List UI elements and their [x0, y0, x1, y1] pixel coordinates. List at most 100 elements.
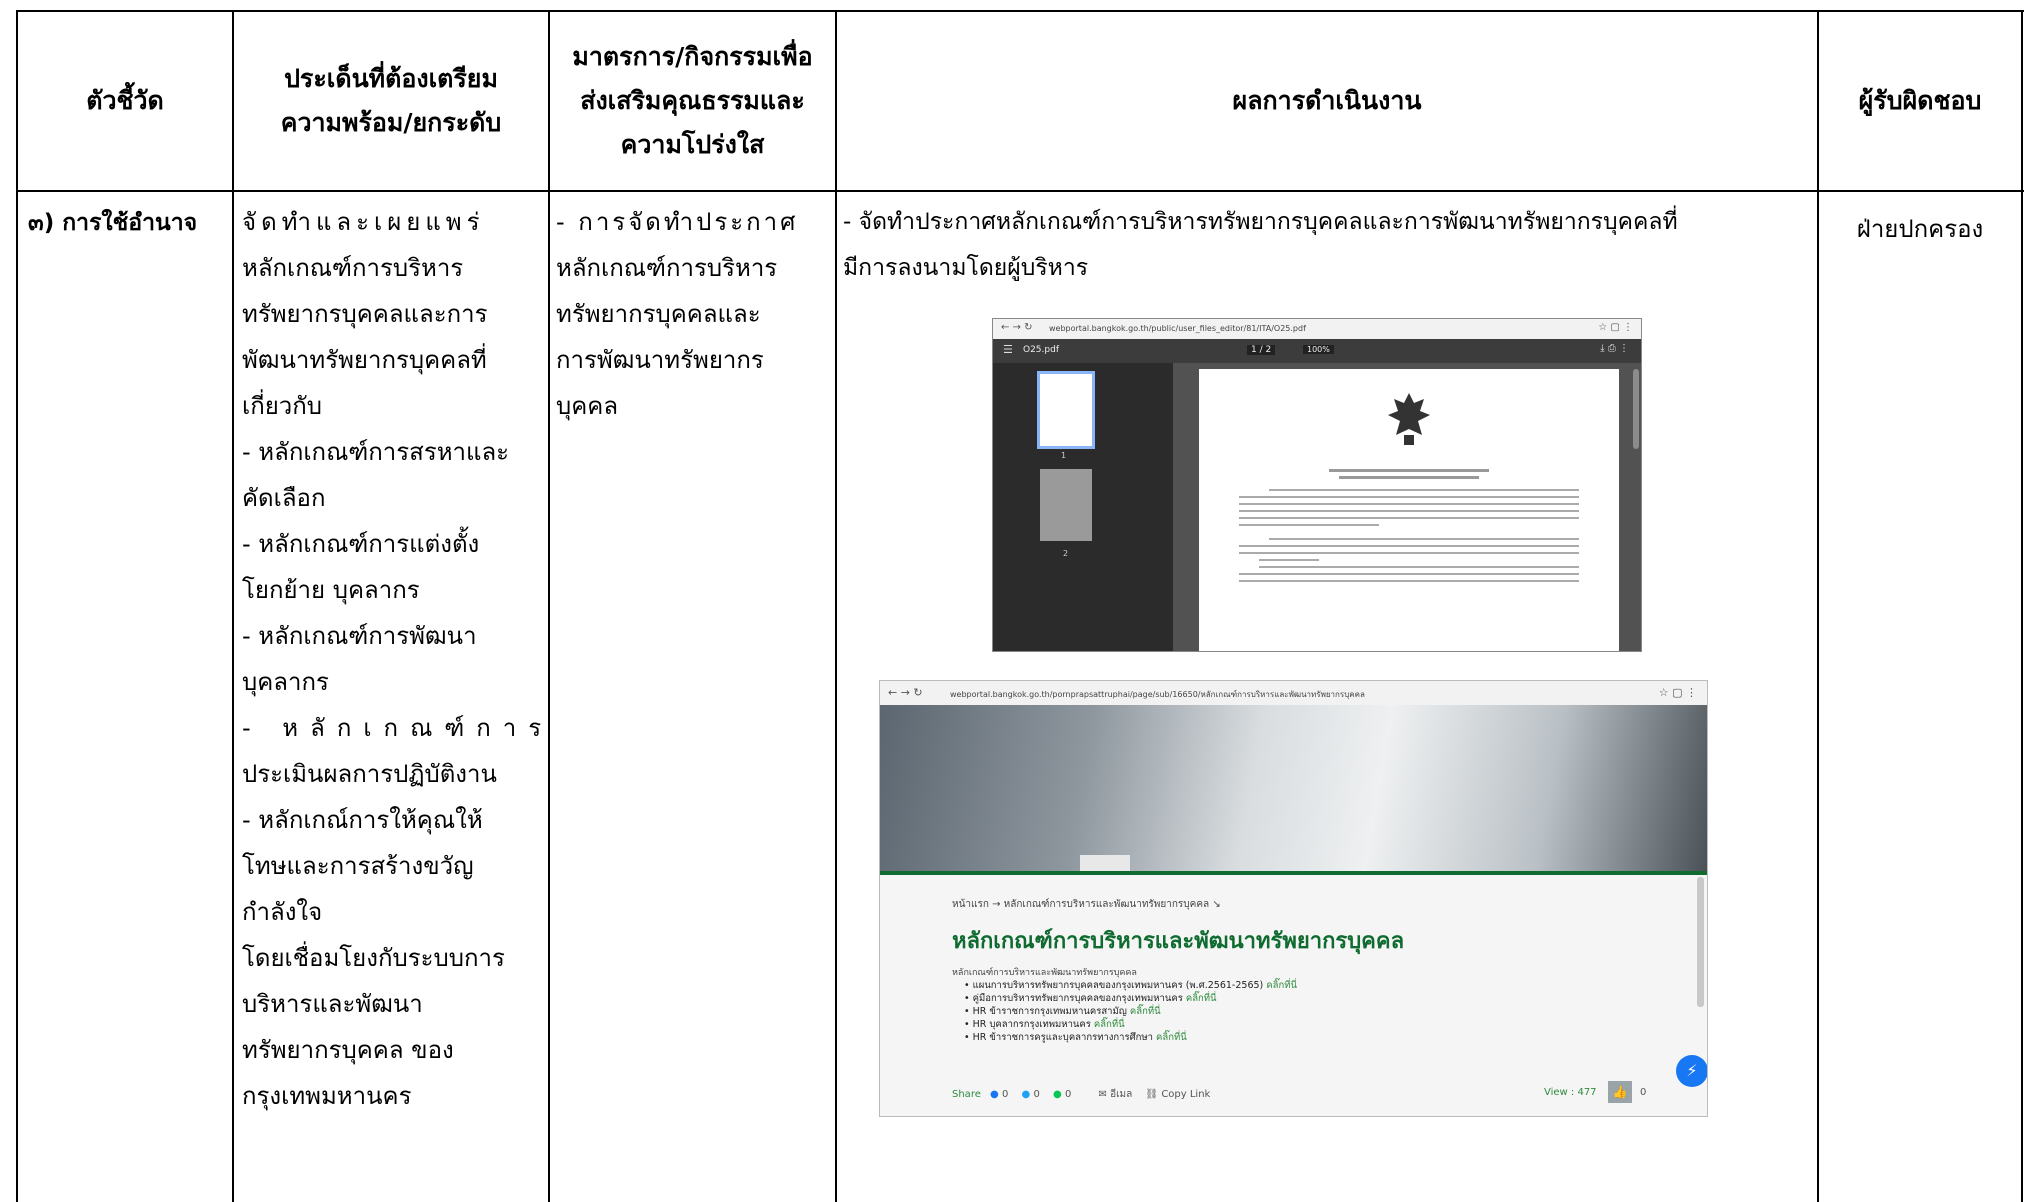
cell-measure: - การจัดทำประกาศ หลักเกณฑ์การบริหาร ทรัพ…: [556, 199, 830, 429]
page-thumbnail-2[interactable]: [1040, 469, 1092, 541]
menu-icon[interactable]: ☰: [1003, 343, 1013, 356]
messenger-icon[interactable]: ⚡: [1676, 1055, 1707, 1087]
like-count: 0: [1640, 1087, 1647, 1098]
issue-line-6: - หลักเกณฑ์การสรหาและ: [242, 438, 510, 466]
browser-menu-icons: ☆ ▢ ⋮: [1598, 322, 1633, 333]
list-item: • คู่มือการบริหารทรัพยากรบุคคลของกรุงเทพ…: [964, 993, 1217, 1004]
share-label: Share: [952, 1089, 981, 1100]
measure-line-5: บุคคล: [556, 392, 619, 420]
download-print-icons[interactable]: ⤓ ⎙ ⋮: [1600, 343, 1629, 354]
header-measure-line-3: ความโปร่งใส: [620, 130, 765, 159]
item-link[interactable]: คลิ๊กที่นี่: [1094, 1019, 1125, 1030]
issue-line-10: - หลักเกณฑ์การพัฒนา: [242, 622, 477, 650]
page-body: หน้าแรก → หลักเกณฑ์การบริหารและพัฒนาทรัพ…: [880, 875, 1707, 1116]
criteria-list: • แผนการบริหารทรัพยากรบุคคลของกรุงเทพมหา…: [964, 979, 1297, 1044]
measure-line-3: ทรัพยากรบุคคลและ: [556, 300, 761, 328]
issue-line-14: - หลักเกณ์การให้คุณให้: [242, 806, 483, 834]
hero-image: [880, 705, 1707, 871]
issue-line-5: เกี่ยวกับ: [242, 392, 323, 420]
issue-line-11: บุคลากร: [242, 668, 329, 696]
browser-menu-icons-2: ☆ ▢ ⋮: [1658, 686, 1697, 699]
page-subtitle: หลักเกณฑ์การบริหารและพัฒนาทรัพยากรบุคคล: [952, 968, 1137, 978]
plant-pot: [1080, 855, 1130, 871]
link-icon[interactable]: ⛓: [1145, 1089, 1158, 1100]
measure-line-4: การพัฒนาทรัพยากร: [556, 346, 764, 374]
issue-line-4: พัฒนาทรัพยากรบุคคลที่: [242, 346, 487, 374]
cell-indicator: ๓) การใช้อำนาจ: [28, 210, 198, 236]
thumb-label-2: 2: [1063, 549, 1069, 558]
breadcrumb[interactable]: หน้าแรก → หลักเกณฑ์การบริหารและพัฒนาทรัพ…: [952, 897, 1221, 912]
email-icon[interactable]: ✉: [1099, 1089, 1107, 1100]
table-border-right: [2021, 10, 2023, 1202]
cell-owner: ฝ่ายปกครอง: [1856, 215, 1984, 243]
issue-line-18: บริหารและพัฒนา: [242, 990, 423, 1018]
back-forward-icons: ← → ↻: [1001, 322, 1033, 333]
issue-line-9: โยกย้าย บุคลากร: [242, 576, 420, 604]
issue-line-13: ประเมินผลการปฏิบัติงาน: [242, 760, 497, 788]
web-scrollbar[interactable]: [1697, 877, 1704, 1007]
list-item: • HR บุคลากรกรุงเทพมหานคร คลิ๊กที่นี่: [964, 1019, 1125, 1030]
back-forward-icons-2: ← → ↻: [888, 686, 923, 699]
cell-issue: จัดทำและเผยแพร่ หลักเกณฑ์การบริหาร ทรัพย…: [242, 199, 554, 1119]
share-bar: Share ● 0 ● 0 ● 0 ✉ อีเมล ⛓ Copy Link: [952, 1087, 1210, 1102]
like-button[interactable]: 👍: [1608, 1081, 1632, 1103]
issue-line-8: - หลักเกณฑ์การแต่งตั้ง: [242, 530, 480, 558]
zoom-level: 100%: [1303, 345, 1334, 354]
issue-line-2: หลักเกณฑ์การบริหาร: [242, 254, 464, 282]
issue-line-7: คัดเลือก: [242, 484, 326, 512]
thumb-label-1: 1: [1061, 451, 1067, 460]
garuda-emblem-icon: [1384, 389, 1434, 447]
issue-line-16: กำลังใจ: [242, 898, 323, 926]
issue-line-3: ทรัพยากรบุคคลและการ: [242, 300, 488, 328]
document-page: ตัวชี้วัด ประเด็นที่ต้องเตรียม ความพร้อม…: [0, 0, 2025, 1202]
pdf-file-name: O25.pdf: [1023, 345, 1059, 355]
pdf-scrollbar[interactable]: [1633, 369, 1639, 449]
measure-line-1: - การจัดทำประกาศ: [556, 208, 799, 236]
issue-line-15: โทษและการสร้างขวัญ: [242, 852, 474, 880]
cell-result-text: - จัดทำประกาศหลักเกณฑ์การบริหารทรัพยากรบ…: [843, 199, 1813, 291]
header-owner: ผู้รับผิดชอบ: [1858, 86, 1982, 115]
issue-line-17: โดยเชื่อมโยงกับระบบการ: [242, 944, 505, 972]
issue-line-19: ทรัพยากรบุคคล ของ: [242, 1036, 454, 1064]
item-link[interactable]: คลิ๊กที่นี่: [1130, 1006, 1161, 1017]
facebook-icon[interactable]: ●: [990, 1089, 999, 1100]
list-item: • แผนการบริหารทรัพยากรบุคคลของกรุงเทพมหา…: [964, 980, 1297, 991]
result-line-1: - จัดทำประกาศหลักเกณฑ์การบริหารทรัพยากรบ…: [843, 209, 1678, 235]
pdf-text-lines: [1239, 465, 1579, 587]
list-item: • HR ข้าราชการกรุงเทพมหานครสามัญ คลิ๊กที…: [964, 1006, 1161, 1017]
facebook-count: 0: [1001, 1089, 1009, 1100]
measure-line-2: หลักเกณฑ์การบริหาร: [556, 254, 778, 282]
issue-line-20: กรุงเทพมหานคร: [242, 1082, 412, 1110]
header-result: ผลการดำเนินงาน: [1232, 86, 1422, 115]
header-indicator: ตัวชี้วัด: [86, 86, 164, 115]
pdf-thumbnail-sidebar: 1 2: [993, 363, 1173, 651]
twitter-icon[interactable]: ●: [1022, 1089, 1031, 1100]
item-link[interactable]: คลิ๊กที่นี่: [1266, 980, 1297, 991]
result-line-2: มีการลงนามโดยผู้บริหาร: [843, 255, 1089, 281]
browser-address-bar-2: ← → ↻ webportal.bangkok.go.th/pornprapsa…: [880, 681, 1707, 705]
page-title: หลักเกณฑ์การบริหารและพัฒนาทรัพยากรบุคคล: [952, 929, 1405, 954]
header-measure-line-1: มาตรการ/กิจกรรมเพื่อ: [572, 42, 813, 71]
line-count: 0: [1064, 1089, 1072, 1100]
item-link[interactable]: คลิ๊กที่นี่: [1186, 993, 1217, 1004]
pdf-url: webportal.bangkok.go.th/public/user_file…: [1049, 324, 1306, 333]
header-measure-line-2: ส่งเสริมคุณธรรมและ: [580, 86, 805, 115]
webpage-screenshot: ← → ↻ webportal.bangkok.go.th/pornprapsa…: [879, 680, 1708, 1117]
issue-line-12: - หลักเกณฑ์การ: [242, 714, 554, 742]
table-header-divider: [16, 190, 2024, 192]
email-label[interactable]: อีเมล: [1110, 1089, 1132, 1100]
header-issue-line-1: ประเด็นที่ต้องเตรียม: [284, 64, 498, 93]
line-icon[interactable]: ●: [1053, 1089, 1062, 1100]
header-measure: มาตรการ/กิจกรรมเพื่อ ส่งเสริมคุณธรรมและ …: [550, 12, 835, 190]
view-count: View : 477: [1544, 1087, 1597, 1098]
pdf-viewer-screenshot: ← → ↻ webportal.bangkok.go.th/public/use…: [992, 318, 1642, 652]
item-link[interactable]: คลิ๊กที่นี่: [1156, 1032, 1187, 1043]
header-issue-line-2: ความพร้อม/ยกระดับ: [280, 108, 502, 137]
pdf-toolbar: ☰ O25.pdf 1 / 2 100% ⤓ ⎙ ⋮: [993, 339, 1641, 363]
page-indicator: 1 / 2: [1247, 345, 1276, 355]
header-issue: ประเด็นที่ต้องเตรียม ความพร้อม/ยกระดับ: [234, 12, 548, 190]
copy-link-label[interactable]: Copy Link: [1161, 1089, 1210, 1100]
page-thumbnail-1[interactable]: [1037, 371, 1095, 449]
list-item: • HR ข้าราชการครูและบุคลากรทางการศึกษา ค…: [964, 1032, 1187, 1043]
web-url: webportal.bangkok.go.th/pornprapsattruph…: [950, 690, 1365, 699]
